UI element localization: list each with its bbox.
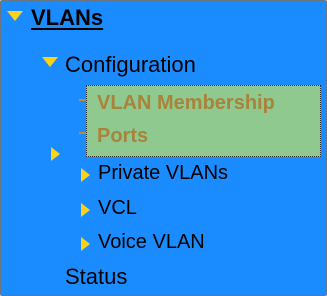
tree-item-ports[interactable]: Ports: [97, 124, 148, 148]
configuration-expand-icon[interactable]: [42, 57, 58, 67]
tree-item-configuration[interactable]: Configuration: [65, 52, 196, 78]
vlans-expand-icon[interactable]: [7, 11, 23, 21]
tree-item-status[interactable]: Status: [65, 264, 127, 290]
tree-item-vlans[interactable]: VLANs: [31, 5, 103, 31]
tree-item-voice-vlan[interactable]: Voice VLAN: [98, 230, 205, 254]
selected-items-highlight: VLAN Membership Ports: [86, 85, 321, 157]
tree-item-private-vlans[interactable]: Private VLANs: [98, 161, 228, 185]
tree-item-vcl[interactable]: VCL: [98, 196, 137, 220]
vcl-expand-icon[interactable]: [81, 203, 90, 217]
tree-item-vlan-membership[interactable]: VLAN Membership: [97, 91, 275, 115]
navigation-tree-panel: VLANs Configuration VLAN Membership Port…: [0, 0, 327, 296]
private-vlans-expand-icon[interactable]: [81, 168, 90, 182]
voice-vlan-expand-icon[interactable]: [81, 237, 90, 251]
triangle-right-icon[interactable]: [51, 147, 60, 161]
